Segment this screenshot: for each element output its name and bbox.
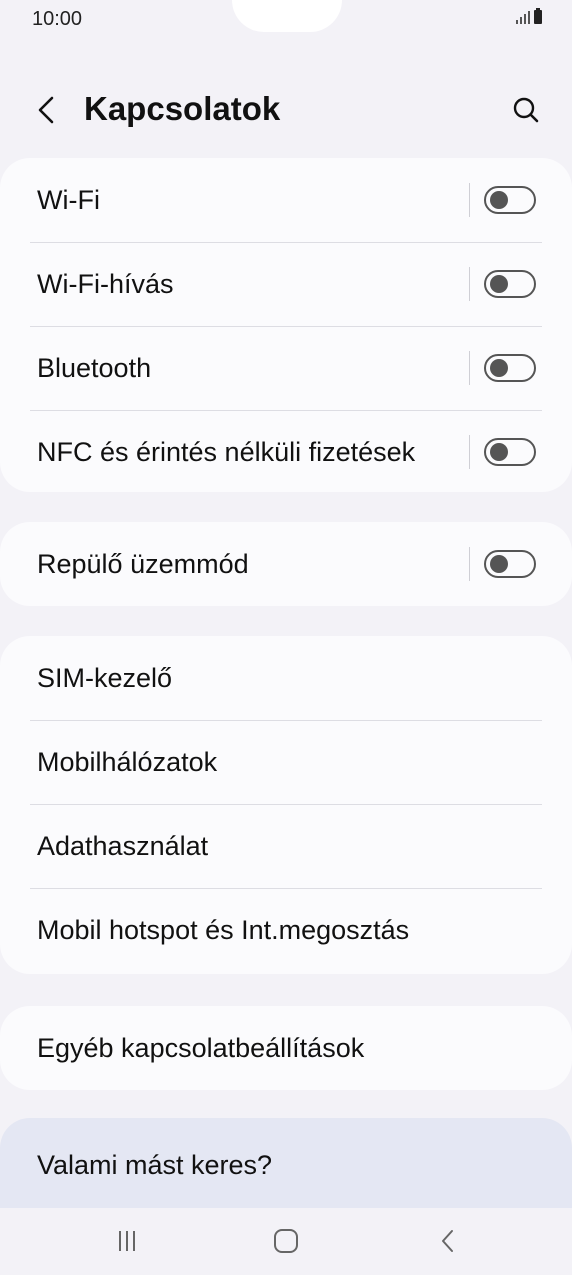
setting-label: SIM-kezelő [37, 663, 173, 693]
status-bar: 10:00 [0, 0, 572, 40]
app-header: Kapcsolatok [0, 80, 572, 140]
setting-label: Wi-Fi-hívás [37, 269, 174, 299]
toggle-knob [490, 191, 508, 209]
suggestion-label: Valami mást keres? [37, 1150, 273, 1180]
toggle-knob [490, 443, 508, 461]
recents-button[interactable] [107, 1226, 147, 1256]
setting-label: Mobilhálózatok [37, 747, 218, 777]
setting-row-data-usage[interactable]: Adathasználat [0, 804, 572, 888]
home-icon [274, 1229, 298, 1253]
setting-label: NFC és érintés nélküli fizetések [37, 437, 416, 467]
setting-row-hotspot[interactable]: Mobil hotspot és Int.megosztás [0, 888, 572, 972]
camera-notch [232, 0, 342, 32]
nav-back-button[interactable] [428, 1226, 468, 1256]
setting-row-nfc[interactable]: NFC és érintés nélküli fizetések [0, 410, 572, 494]
divider [469, 267, 470, 301]
setting-row-sim-manager[interactable]: SIM-kezelő [0, 636, 572, 720]
setting-row-wifi-calling[interactable]: Wi-Fi-hívás [0, 242, 572, 326]
nav-back-icon [442, 1230, 453, 1252]
chevron-left-icon [38, 96, 54, 124]
setting-label: Wi-Fi [37, 185, 100, 215]
setting-row-wifi[interactable]: Wi-Fi [0, 158, 572, 242]
setting-row-bluetooth[interactable]: Bluetooth [0, 326, 572, 410]
back-button[interactable] [30, 92, 66, 128]
setting-row-more-connections[interactable]: Egyéb kapcsolatbeállítások [0, 1006, 572, 1090]
signal-icon [516, 11, 530, 24]
divider [469, 547, 470, 581]
nfc-toggle[interactable] [484, 438, 536, 466]
wifi-toggle[interactable] [484, 186, 536, 214]
airplane-card: Repülő üzemmód [0, 522, 572, 606]
status-icons [516, 8, 542, 24]
airplane-mode-toggle[interactable] [484, 550, 536, 578]
navigation-bar [0, 1208, 572, 1275]
toggle-knob [490, 359, 508, 377]
toggle-knob [490, 275, 508, 293]
connections-card: Wi-Fi Wi-Fi-hívás Bluetooth NFC és érint… [0, 158, 572, 492]
page-title: Kapcsolatok [84, 90, 281, 127]
bluetooth-toggle[interactable] [484, 354, 536, 382]
setting-label: Repülő üzemmód [37, 549, 249, 579]
suggestion-card[interactable]: Valami mást keres? [0, 1118, 572, 1208]
status-time: 10:00 [32, 8, 83, 30]
setting-label: Egyéb kapcsolatbeállítások [37, 1033, 365, 1063]
setting-label: Bluetooth [37, 353, 152, 383]
setting-row-mobile-networks[interactable]: Mobilhálózatok [0, 720, 572, 804]
wifi-calling-toggle[interactable] [484, 270, 536, 298]
search-icon [513, 97, 539, 123]
setting-row-airplane-mode[interactable]: Repülő üzemmód [0, 522, 572, 606]
divider [469, 351, 470, 385]
toggle-knob [490, 555, 508, 573]
other-card: Egyéb kapcsolatbeállítások [0, 1006, 572, 1090]
setting-label: Adathasználat [37, 831, 209, 861]
recents-icon [119, 1231, 135, 1251]
setting-label: Mobil hotspot és Int.megosztás [37, 915, 410, 945]
mobile-card: SIM-kezelő Mobilhálózatok Adathasználat … [0, 636, 572, 974]
divider [469, 183, 470, 217]
home-button[interactable] [266, 1226, 306, 1256]
battery-icon [534, 8, 542, 24]
search-button[interactable] [508, 92, 544, 128]
divider [469, 435, 470, 469]
